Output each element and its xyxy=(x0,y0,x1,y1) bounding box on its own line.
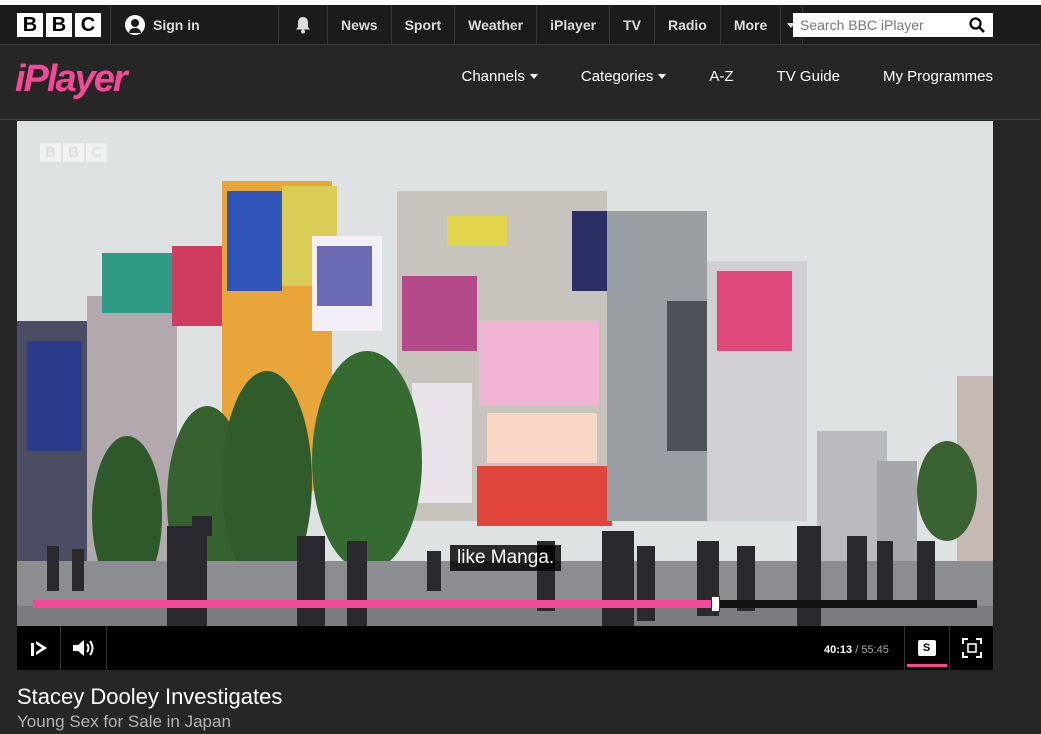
play-pause-button[interactable] xyxy=(17,626,61,670)
caret-down-icon xyxy=(529,74,538,79)
nav-weather[interactable]: Weather xyxy=(455,5,538,45)
bbc-logo[interactable]: B B C xyxy=(17,13,101,37)
fullscreen-button[interactable] xyxy=(949,626,993,670)
episode-title: Young Sex for Sale in Japan xyxy=(17,712,231,731)
nav-categories[interactable]: Categories xyxy=(581,68,667,85)
bbc-nav: News Sport Weather iPlayer TV Radio More xyxy=(328,5,803,45)
nav-iplayer[interactable]: iPlayer xyxy=(537,5,611,45)
nav-categories-label: Categories xyxy=(580,68,654,85)
nav-a-z[interactable]: A-Z xyxy=(709,68,733,85)
nav-tv-guide[interactable]: TV Guide xyxy=(777,68,840,85)
bbc-global-navigation: B B C Sign in News Sport Weather iPlayer… xyxy=(0,5,1041,45)
programme-title: Stacey Dooley Investigates xyxy=(17,684,283,709)
bbc-watermark: B B C xyxy=(40,143,107,162)
search-icon xyxy=(969,17,985,33)
nav-channels[interactable]: Channels xyxy=(461,68,538,85)
caret-down-icon xyxy=(658,74,667,79)
nav-tv[interactable]: TV xyxy=(610,5,655,45)
video-player[interactable]: B B C like Manga. xyxy=(17,121,993,626)
nav-channels-label: Channels xyxy=(461,68,525,85)
current-time: 40:13 xyxy=(824,644,853,656)
user-icon xyxy=(125,15,145,35)
search-button[interactable] xyxy=(963,13,991,37)
volume-button[interactable] xyxy=(61,626,107,670)
watermark-letter: B xyxy=(40,143,61,162)
iplayer-logo[interactable]: iPlayer xyxy=(15,58,128,101)
nav-radio[interactable]: Radio xyxy=(655,5,721,45)
nav-news[interactable]: News xyxy=(328,5,392,45)
subtitle-caption: like Manga. xyxy=(450,545,562,571)
sign-in-label: Sign in xyxy=(153,17,200,33)
progress-handle[interactable] xyxy=(710,596,720,612)
bbc-logo-letter: B xyxy=(17,13,43,37)
subtitles-active-indicator xyxy=(907,664,947,667)
iplayer-nav: Channels Categories A-Z TV Guide My Prog… xyxy=(418,68,993,85)
search-input[interactable] xyxy=(793,13,963,37)
bell-icon xyxy=(296,17,310,34)
progress-fill xyxy=(33,600,715,608)
duration: / 55:45 xyxy=(855,644,889,656)
bbc-logo-letter: C xyxy=(75,13,101,37)
time-display: 40:13 / 55:45 xyxy=(824,626,889,670)
nav-more[interactable]: More xyxy=(721,5,781,45)
nav-sport[interactable]: Sport xyxy=(392,5,456,45)
sign-in-link[interactable]: Sign in xyxy=(110,5,200,45)
iplayer-header: iPlayer Channels Categories A-Z TV Guide… xyxy=(0,46,1041,120)
watermark-letter: C xyxy=(86,143,107,162)
subtitles-button[interactable]: S xyxy=(904,626,948,670)
iplayer-play-icon xyxy=(30,641,47,656)
volume-icon xyxy=(72,640,93,656)
nav-my-programmes[interactable]: My Programmes xyxy=(883,68,993,85)
progress-bar[interactable] xyxy=(33,596,977,612)
search-box xyxy=(793,13,993,37)
subtitles-icon: S xyxy=(917,640,936,656)
bbc-logo-letter: B xyxy=(46,13,72,37)
fullscreen-icon xyxy=(961,638,982,658)
watermark-letter: B xyxy=(63,143,84,162)
player-controls: 40:13 / 55:45 S xyxy=(17,626,993,670)
notifications-button[interactable] xyxy=(278,5,328,45)
